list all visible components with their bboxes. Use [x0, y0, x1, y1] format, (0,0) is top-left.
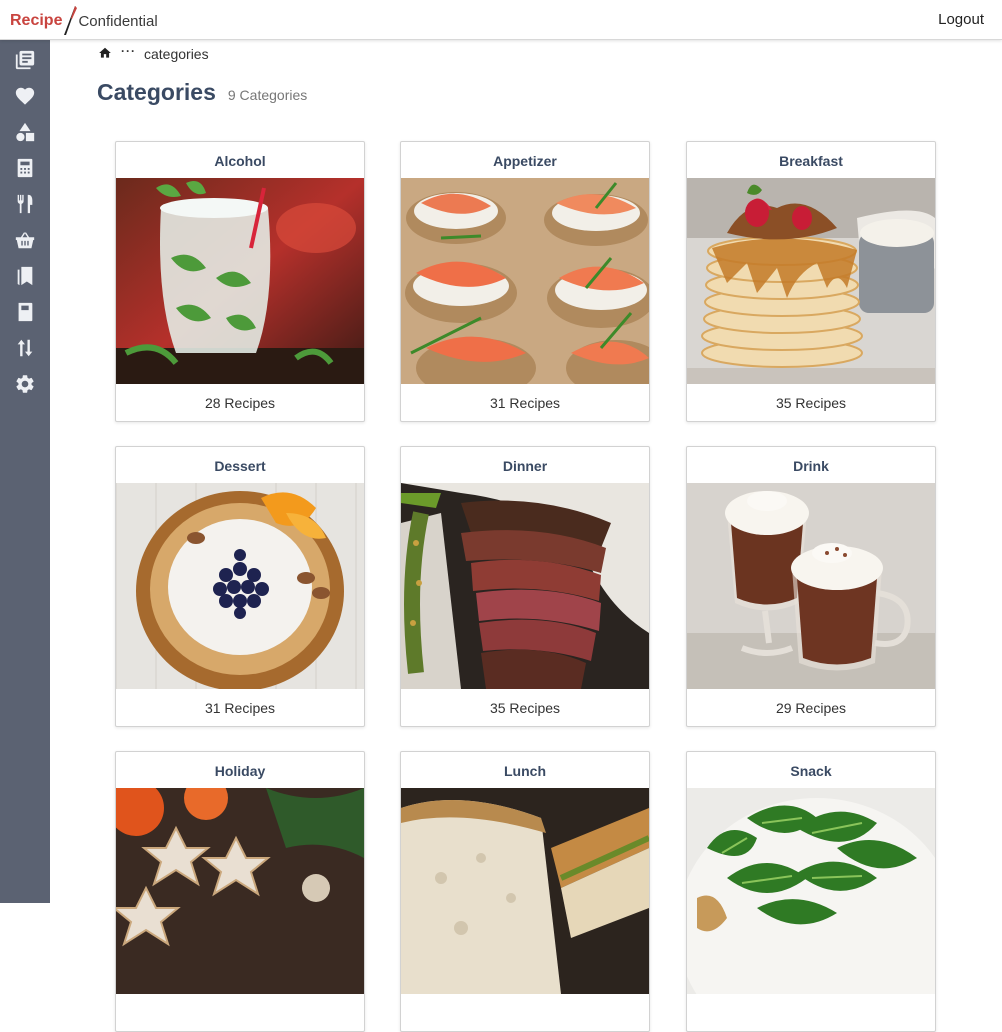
hot-chocolate-photo: [687, 483, 935, 689]
shapes-icon[interactable]: [13, 120, 37, 144]
breadcrumb: ··· categories: [98, 44, 209, 64]
star-cookies-photo: [116, 788, 364, 994]
logout-button[interactable]: Logout: [938, 11, 984, 28]
card-title: Breakfast: [779, 153, 843, 169]
card-title: Dessert: [214, 458, 266, 474]
page-header: Categories 9 Categories: [97, 79, 307, 106]
recipe-count: [401, 994, 649, 1032]
basket-icon[interactable]: [13, 228, 37, 252]
sort-icon[interactable]: [13, 336, 37, 360]
top-bar: Recipe Confidential Logout: [0, 0, 1002, 40]
sliced-steak-photo: [401, 483, 649, 689]
calculator-icon[interactable]: [13, 156, 37, 180]
card-title: Appetizer: [493, 153, 557, 169]
category-card-dinner[interactable]: Dinner 35 Recipes: [400, 446, 650, 727]
category-card-alcohol[interactable]: Alcohol 28 Recipes: [115, 141, 365, 422]
breadcrumb-ellipsis[interactable]: ···: [121, 44, 136, 58]
card-title: Drink: [793, 458, 829, 474]
category-card-holiday[interactable]: Holiday: [115, 751, 365, 1032]
book-icon[interactable]: [13, 300, 37, 324]
sidebar: [0, 40, 50, 903]
blueberry-tart-photo: [116, 483, 364, 689]
utensils-icon[interactable]: [13, 192, 37, 216]
knife-slash-icon: [64, 6, 78, 35]
card-title: Snack: [790, 763, 832, 779]
pancake-stack-photo: [687, 178, 935, 384]
category-card-appetizer[interactable]: Appetizer 31 Recipes: [400, 141, 650, 422]
page-title: Categories: [97, 79, 216, 105]
category-card-drink[interactable]: Drink 29 Recipes: [686, 446, 936, 727]
category-card-lunch[interactable]: Lunch: [400, 751, 650, 1032]
logo-secondary-text: Confidential: [78, 12, 158, 30]
category-card-snack[interactable]: Snack: [686, 751, 936, 1032]
salmon-canape-photo: [401, 178, 649, 384]
recipe-count: 31 Recipes: [204, 700, 276, 716]
gear-icon[interactable]: [13, 372, 37, 396]
sandwich-photo: [401, 788, 649, 994]
category-card-breakfast[interactable]: Breakfast 35 Recipes: [686, 141, 936, 422]
category-card-dessert[interactable]: Dessert 31 Recipes: [115, 446, 365, 727]
recipe-count: 31 Recipes: [489, 395, 561, 411]
heart-icon[interactable]: [13, 84, 37, 108]
card-title: Alcohol: [214, 153, 266, 169]
recipe-count: 35 Recipes: [775, 395, 847, 411]
recipe-count: 28 Recipes: [204, 395, 276, 411]
library-icon[interactable]: [13, 48, 37, 72]
breadcrumb-current: categories: [144, 46, 209, 62]
card-title: Holiday: [214, 763, 266, 779]
recipe-count: 29 Recipes: [775, 700, 847, 716]
mojito-photo: [116, 178, 364, 384]
home-icon[interactable]: [98, 46, 112, 63]
logo-primary-text: Recipe: [10, 12, 63, 29]
bookmarks-icon[interactable]: [13, 264, 37, 288]
app-logo[interactable]: Recipe Confidential: [10, 6, 158, 35]
category-count: 9 Categories: [227, 87, 308, 103]
recipe-count: [687, 994, 935, 1032]
recipe-count: [116, 994, 364, 1032]
recipe-count: 35 Recipes: [489, 700, 561, 716]
card-title: Lunch: [504, 763, 546, 779]
spinach-salad-photo: [687, 788, 935, 994]
card-title: Dinner: [502, 458, 548, 474]
